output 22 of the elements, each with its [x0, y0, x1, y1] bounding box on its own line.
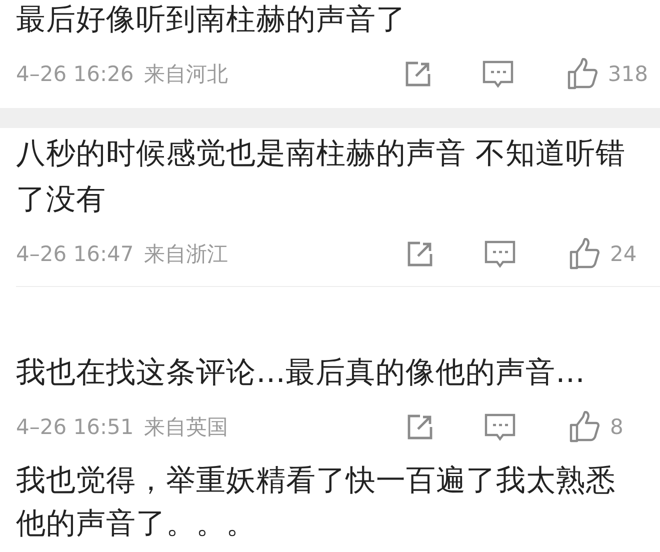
share-icon[interactable]	[406, 240, 434, 268]
thumbs-up-icon[interactable]	[566, 58, 598, 90]
comment-time: 4–26 16:26	[16, 62, 134, 86]
comment-location: 来自河北	[144, 61, 228, 88]
comment-icon[interactable]	[482, 59, 514, 89]
comment-text: 八秒的时候感觉也是南柱赫的声音 不知道听错了没有	[16, 135, 626, 218]
comment-text: 我也在找这条评论…最后真的像他的声音…	[16, 354, 586, 391]
comment-icon[interactable]	[484, 412, 516, 442]
comment-text: 我也觉得，举重妖精看了快一百遍了我太熟悉他的声音了。。。	[16, 462, 617, 542]
like-count: 24	[610, 242, 638, 266]
comment-text: 最后好像听到南柱赫的声音了	[16, 1, 407, 38]
share-icon[interactable]	[406, 413, 434, 441]
thumbs-up-icon[interactable]	[568, 411, 600, 443]
comment-location: 来自英国	[144, 414, 228, 441]
thumbs-up-icon[interactable]	[568, 238, 600, 270]
like-count: 318	[608, 62, 648, 86]
comment-time: 4–26 16:51	[16, 415, 134, 439]
comment-time: 4–26 16:47	[16, 242, 134, 266]
comment-icon[interactable]	[484, 239, 516, 269]
like-count: 8	[610, 415, 624, 439]
comment-location: 来自浙江	[144, 241, 228, 268]
share-icon[interactable]	[404, 60, 432, 88]
